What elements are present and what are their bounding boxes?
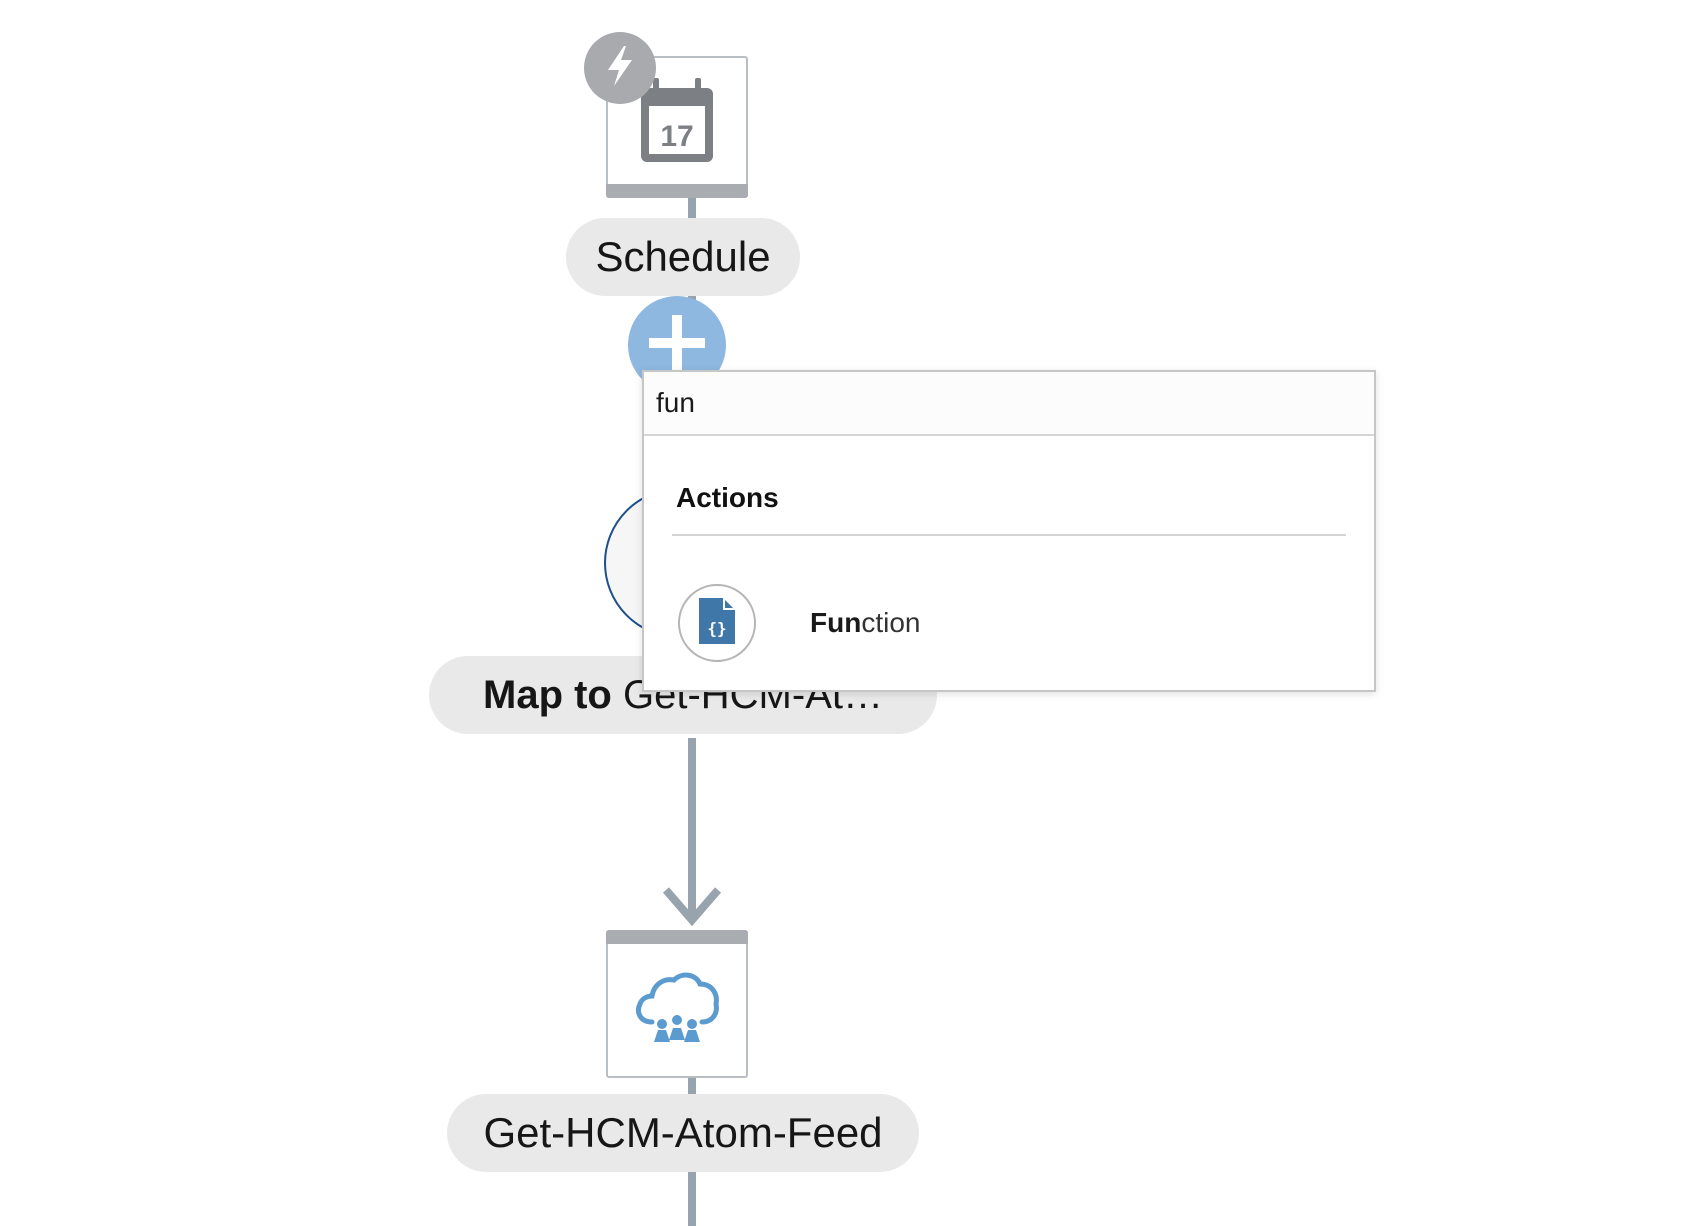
actions-section-title: Actions [676,482,779,513]
hcm-label-text: Get-HCM-Atom-Feed [483,1109,883,1156]
hcm-cloud-icon [632,968,722,1053]
section-divider [672,534,1346,536]
plus-icon [647,313,707,378]
function-file-icon: {} [697,596,737,651]
svg-text:{}: {} [707,619,726,638]
connector-line [688,1168,696,1226]
schedule-label-text: Schedule [595,233,771,280]
calendar-icon: 17 [637,76,717,171]
add-action-popup: Actions {} Function [642,370,1376,692]
hcm-node-label[interactable]: Get-HCM-Atom-Feed [447,1094,919,1172]
map-label-bold: Map to [483,672,612,717]
function-action-item[interactable]: {} Function [678,580,1338,666]
flow-arrowhead-icon [662,887,722,927]
lightning-icon [602,44,638,93]
card-bottom-bar [606,184,748,198]
trigger-badge [584,32,656,104]
function-icon-wrapper: {} [678,584,756,662]
card-top-bar [606,930,748,944]
calendar-day-text: 17 [660,120,693,153]
action-search-input[interactable] [644,372,1374,436]
function-action-label: Function [810,607,920,639]
schedule-node-label[interactable]: Schedule [566,218,800,296]
function-label-match: Fun [810,607,862,638]
integration-canvas: 17 Schedule Map to Get-HCM-At… Get-HCM-A… [0,0,1684,1226]
function-label-rest: ction [861,607,921,638]
hcm-invoke-node[interactable] [606,930,748,1078]
